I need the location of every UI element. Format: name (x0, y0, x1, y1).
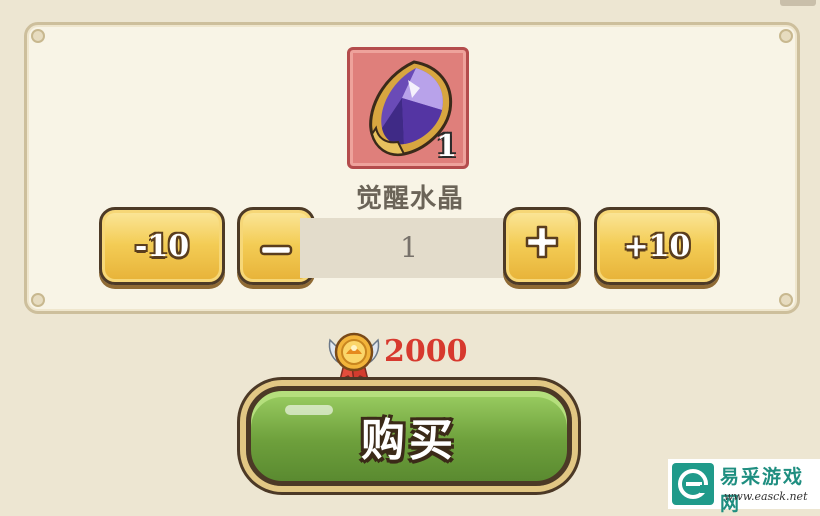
minus-10-button[interactable]: -10 (99, 207, 225, 285)
watermark: 易采游戏网 www.easck.net (668, 459, 820, 515)
panel-corner-stud (31, 293, 45, 307)
watermark-title: 易采游戏网 (720, 466, 805, 515)
watermark-url: www.easck.net (724, 490, 808, 503)
medal-coin-icon (328, 332, 380, 382)
item-count: 1 (436, 129, 457, 164)
panel-corner-stud (779, 293, 793, 307)
plus-10-button[interactable]: +10 (594, 207, 720, 285)
plus-button[interactable] (503, 207, 581, 285)
panel-corner-stud (31, 29, 45, 43)
item-tile: 1 (347, 47, 469, 169)
buy-button[interactable]: 购买 (246, 386, 572, 486)
panel-corner-stud (779, 29, 793, 43)
minus-10-label: -10 (134, 228, 190, 264)
button-shine (285, 405, 333, 415)
minus-icon (259, 229, 293, 264)
buy-button-label: 购买 (361, 416, 457, 465)
quantity-field[interactable]: 1 (300, 218, 518, 278)
top-edge-stub (780, 0, 816, 6)
plus-10-label: +10 (623, 228, 691, 264)
plus-icon (524, 224, 560, 268)
watermark-logo-icon (672, 463, 714, 505)
price-amount: 2000 (384, 334, 468, 369)
